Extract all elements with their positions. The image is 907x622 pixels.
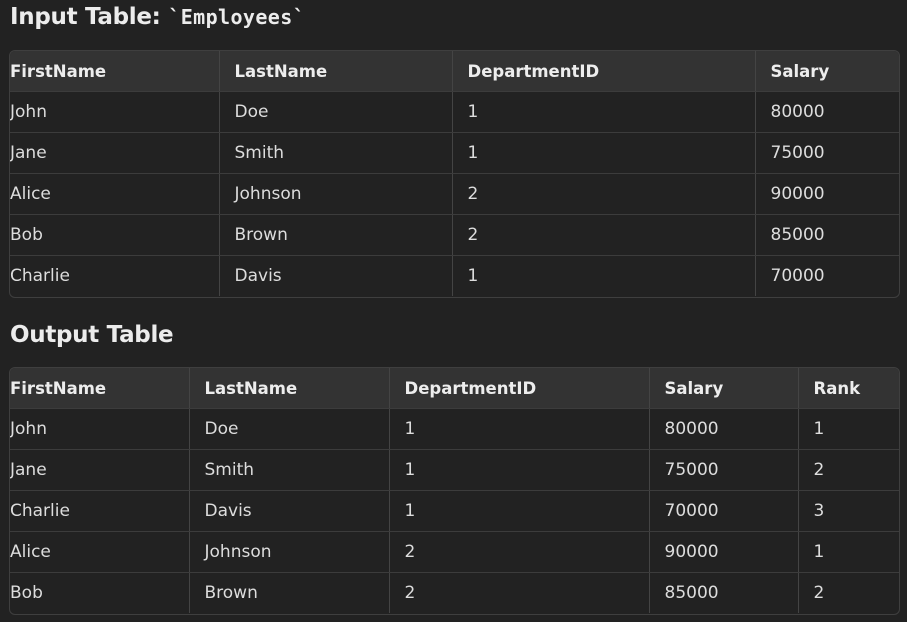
table-row: John Doe 1 80000: [10, 91, 899, 133]
column-header: Salary: [648, 368, 798, 409]
input-heading-text: Input Table:: [10, 4, 169, 30]
table-cell: Davis: [188, 490, 389, 532]
table-cell: 80000: [754, 91, 899, 133]
table-row: Bob Brown 2 85000: [10, 214, 899, 256]
column-header: DepartmentID: [388, 368, 649, 409]
table-cell: 70000: [648, 490, 798, 532]
table-cell: 1: [388, 449, 649, 491]
table-cell: 70000: [754, 255, 899, 296]
table-cell: Smith: [188, 449, 389, 491]
table-cell: Doe: [218, 91, 452, 133]
table-cell: 2: [797, 449, 899, 491]
column-header: LastName: [218, 51, 452, 92]
table-cell: 75000: [754, 132, 899, 174]
input-table: FirstName LastName DepartmentID Salary J…: [10, 51, 899, 296]
table-cell: 80000: [648, 408, 798, 450]
table-row: John Doe 1 80000 1: [10, 408, 899, 450]
input-table-container: FirstName LastName DepartmentID Salary J…: [9, 50, 900, 298]
table-cell: 90000: [648, 531, 798, 573]
input-table-heading: Input Table: `Employees`: [10, 4, 305, 30]
column-header: Salary: [754, 51, 899, 92]
table-cell: 90000: [754, 173, 899, 215]
output-table-container: FirstName LastName DepartmentID Salary R…: [9, 367, 900, 615]
table-cell: Johnson: [218, 173, 452, 215]
table-cell: 2: [451, 173, 755, 215]
table-cell: 2: [388, 531, 649, 573]
table-cell: Bob: [10, 583, 43, 603]
table-cell: Smith: [218, 132, 452, 174]
table-cell: 1: [797, 408, 899, 450]
output-table-header-row: FirstName LastName DepartmentID Salary R…: [10, 368, 899, 409]
output-table: FirstName LastName DepartmentID Salary R…: [10, 368, 899, 613]
table-cell: 1: [388, 408, 649, 450]
table-cell: Alice: [10, 173, 219, 215]
column-header: DepartmentID: [451, 51, 755, 92]
table-cell: John: [10, 91, 219, 133]
output-table-heading: Output Table: [10, 322, 174, 348]
table-cell: Charlie: [10, 266, 70, 286]
table-cell: 1: [451, 255, 755, 296]
table-cell: 1: [797, 531, 899, 573]
column-header: FirstName: [10, 51, 219, 92]
table-row: Jane Smith 1 75000 2: [10, 449, 899, 491]
table-cell: Brown: [218, 214, 452, 256]
table-cell: 1: [451, 91, 755, 133]
table-cell: 75000: [648, 449, 798, 491]
table-cell: Charlie: [10, 490, 189, 532]
table-cell: Jane: [10, 132, 219, 174]
table-row: Bob Brown 2 85000 2: [10, 572, 899, 613]
table-cell: Jane: [10, 449, 189, 491]
table-cell: 85000: [648, 572, 798, 613]
table-cell: Bob: [10, 214, 219, 256]
table-cell: 85000: [754, 214, 899, 256]
table-cell: 1: [388, 490, 649, 532]
table-cell: 2: [797, 572, 899, 613]
table-row: Alice Johnson 2 90000: [10, 173, 899, 215]
column-header: FirstName: [10, 368, 189, 409]
table-row: Charlie Davis 1 70000: [10, 255, 899, 296]
table-cell: 1: [451, 132, 755, 174]
table-row: Jane Smith 1 75000: [10, 132, 899, 174]
table-cell: 2: [388, 572, 649, 613]
table-cell: Johnson: [188, 531, 389, 573]
table-cell: 3: [797, 490, 899, 532]
column-header: LastName: [188, 368, 389, 409]
table-cell: John: [10, 408, 189, 450]
table-row: Alice Johnson 2 90000 1: [10, 531, 899, 573]
table-cell: Alice: [10, 531, 189, 573]
table-cell: Davis: [218, 255, 452, 296]
column-header: Rank: [797, 368, 899, 409]
table-name-code: `Employees`: [168, 5, 306, 29]
table-row: Charlie Davis 1 70000 3: [10, 490, 899, 532]
input-table-header-row: FirstName LastName DepartmentID Salary: [10, 51, 899, 92]
table-cell: Brown: [188, 572, 389, 613]
table-cell: 2: [451, 214, 755, 256]
table-cell: Doe: [188, 408, 389, 450]
